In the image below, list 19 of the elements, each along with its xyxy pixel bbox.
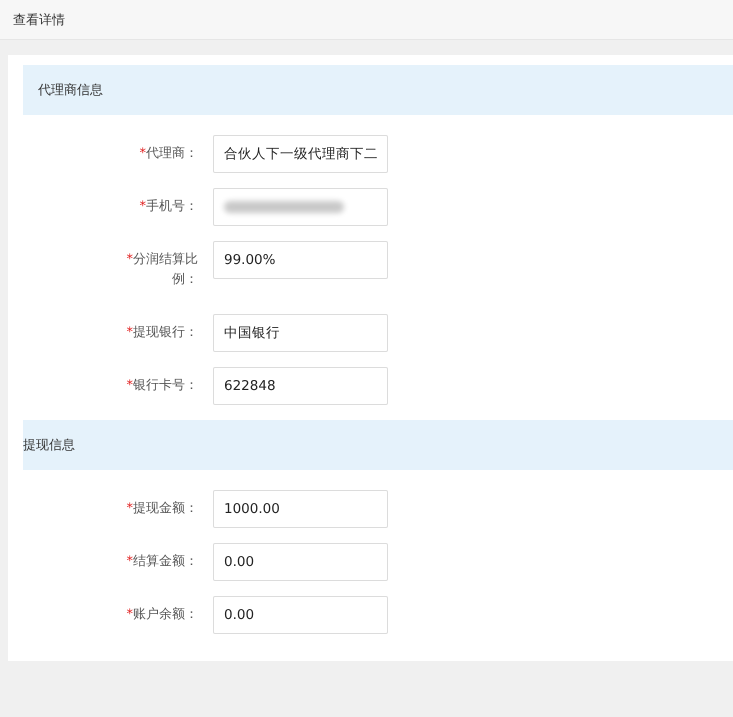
field-label: *分润结算比例： <box>126 251 198 289</box>
input-field[interactable]: 合伙人下一级代理商下二 <box>213 135 388 173</box>
input-field[interactable]: 0.00 <box>213 596 388 634</box>
section-title: 代理商信息 <box>38 82 103 99</box>
input-field[interactable]: 0.00 <box>213 543 388 581</box>
field-label: *提现金额： <box>126 500 198 518</box>
field-label: *代理商： <box>138 145 198 163</box>
input-field[interactable]: 1000.00 <box>213 490 388 528</box>
input-field[interactable]: 中国银行 <box>213 314 388 352</box>
section-title: 提现信息 <box>23 437 75 454</box>
field-label: *提现银行： <box>126 324 198 342</box>
input-field[interactable]: 622848 <box>213 367 388 405</box>
input-field[interactable] <box>213 188 388 226</box>
field-label: *结算金额： <box>126 553 198 571</box>
field-label: *银行卡号： <box>126 377 198 395</box>
input-field[interactable]: 99.00% <box>213 241 388 279</box>
page-title: 查看详情 <box>13 12 65 28</box>
field-label: *账户余额： <box>126 606 198 624</box>
field-label: *手机号： <box>138 198 198 216</box>
